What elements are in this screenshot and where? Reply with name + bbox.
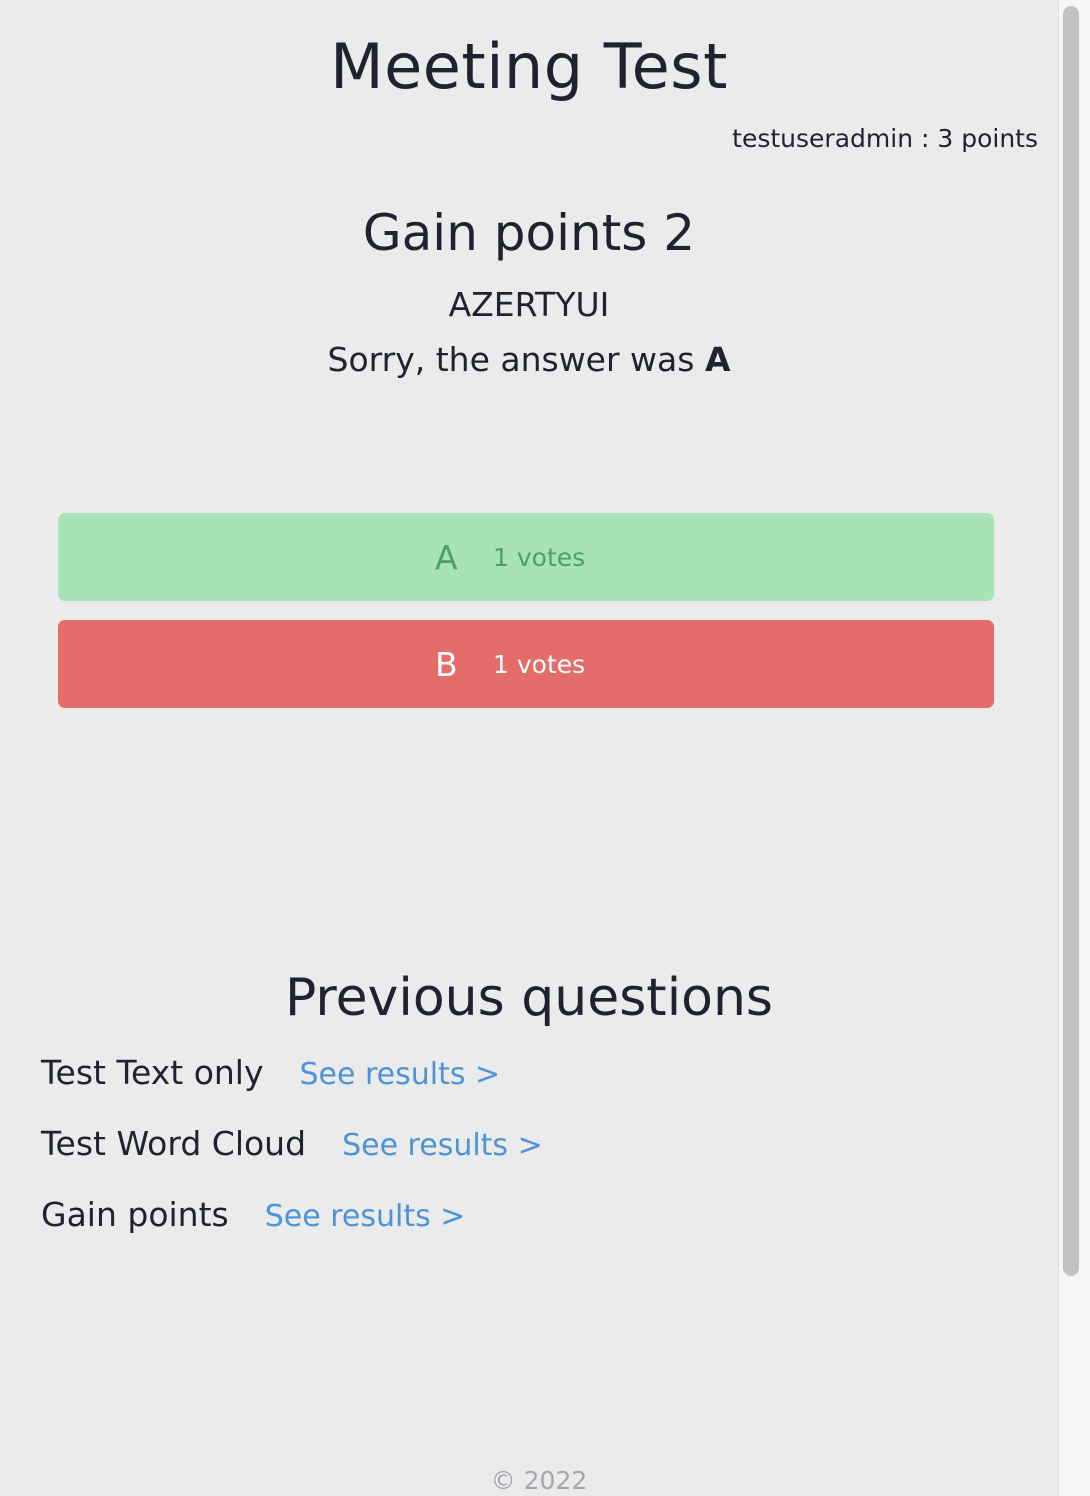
previous-question-item: Test Word Cloud See results > [41,1124,543,1163]
previous-questions-title: Previous questions [284,968,774,1028]
see-results-link[interactable]: See results > [265,1199,466,1234]
footer-copyright: © 2022 [490,1466,588,1495]
user-points: testuseradmin : 3 points [732,124,1038,153]
option-a-votes: 1 votes [493,542,586,572]
previous-question-name: Test Word Cloud [41,1124,307,1163]
option-b: B 1 votes [58,620,994,708]
scrollbar-thumb[interactable] [1063,6,1079,1276]
previous-question-item: Gain points See results > [41,1195,465,1234]
previous-question-item: Test Text only See results > [41,1053,500,1092]
correct-answer: A [704,340,731,379]
option-a: A 1 votes [58,513,994,601]
option-b-label: B [435,644,458,684]
question-text: AZERTYUI [448,285,610,324]
option-a-label: A [435,537,458,577]
page-title: Meeting Test [330,30,728,103]
page: Meeting Test testuseradmin : 3 points Ga… [0,0,1058,1496]
previous-question-name: Test Text only [41,1053,264,1092]
question-title: Gain points 2 [362,204,696,262]
option-b-votes: 1 votes [493,649,586,679]
answer-message-prefix: Sorry, the answer was [327,340,705,379]
previous-question-name: Gain points [41,1195,229,1234]
see-results-link[interactable]: See results > [342,1128,543,1163]
answer-message: Sorry, the answer was A [0,340,1058,379]
see-results-link[interactable]: See results > [300,1057,501,1092]
